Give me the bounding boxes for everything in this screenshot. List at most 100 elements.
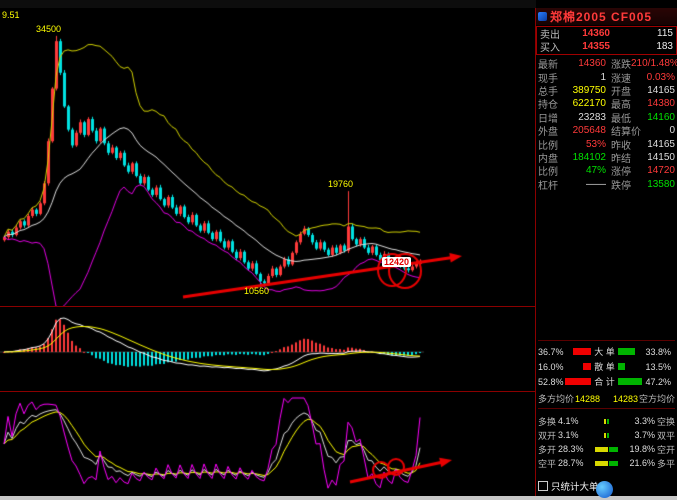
pos-value: 3.7% [634,430,655,440]
quote-value: 14165 [647,84,675,96]
pos-label: 多换 [538,416,557,427]
section-divider [538,340,675,341]
quote-value: 622170 [572,98,606,110]
short-pct: 33.8% [645,346,671,357]
macd-indicator-panel[interactable] [0,307,535,391]
kdj-indicator-panel[interactable] [0,392,535,496]
pos-bar-short [608,460,619,466]
quote-value: 389750 [572,84,606,96]
quote-value: 205648 [572,125,606,137]
pos-bar-short [608,446,618,452]
pos-label: 双开 [538,430,557,441]
pos-label: 空开 [656,444,675,455]
bid-price: 14355 [582,41,610,52]
quote-value: 14380 [647,98,675,110]
quote-value: 14165 [647,138,675,150]
short-avg-label: 空方均价 [638,394,675,404]
quote-value: 13580 [647,178,675,190]
corner-value-label: 9.51 [2,10,20,20]
section-divider [538,408,675,409]
pos-label: 多开 [538,444,557,455]
short-pct: 13.5% [645,361,671,372]
main-candlestick-chart[interactable] [0,8,535,306]
quote-row: 最新 14360 涨跌 210/1.48% [536,57,677,71]
short-bar [618,378,642,385]
order-size-stats: 36.7% 大 单 33.8% 16.0% 散 单 13.5% 52.8% 合 … [536,344,677,389]
quote-row: 现手 1 涨速 0.03% [536,70,677,85]
position-change-stats: 多换 4.1% 3.3% 空换 双开 3.1% 3.7% 双平 多开 28.3%… [536,414,677,470]
stat-label: 大 单 [594,347,615,357]
pos-value: 3.3% [634,416,655,426]
current-price-tag: 12420 [382,257,412,267]
quote-row: 比例 53% 昨收 14165 [536,137,677,152]
quote-row: 内盘 184102 昨结 14150 [536,151,677,165]
quote-row: 杠杆 —— 跌停 13580 [536,178,677,192]
bid-row[interactable]: 买入 14355 183 [537,40,676,54]
long-pct: 16.0% [538,361,564,372]
short-bar [618,363,625,370]
stat-row-small-orders: 16.0% 散 单 13.5% [536,359,677,374]
long-avg-label: 多方均价 [538,394,575,404]
quote-value: 47% [585,165,606,177]
quote-panel: 郑棉2005 CF005 卖出 14360 115 买入 14355 183 最… [536,0,677,498]
ask-qty: 115 [657,28,673,39]
app-logo-icon [596,481,613,498]
pos-label: 多平 [656,458,675,469]
pos-label: 空平 [538,458,557,469]
bid-ask-box: 卖出 14360 115 买入 14355 183 [536,26,677,55]
long-avg-value: 14288 [575,393,601,404]
short-avg-value: 14283 [612,393,638,404]
instrument-icon [538,12,547,21]
quote-label: 跌停 [611,180,631,192]
pos-value: 21.6% [629,458,655,468]
position-row: 双开 3.1% 3.7% 双平 [536,428,677,442]
long-bar [564,378,591,385]
stat-row-total: 52.8% 合 计 47.2% [536,374,677,389]
stat-row-big-orders: 36.7% 大 单 33.8% [536,344,677,359]
long-bar [583,363,591,370]
long-pct: 52.8% [538,376,564,387]
quote-value: 14720 [647,165,675,177]
bid-qty: 183 [656,41,673,52]
pos-value: 3.1% [558,430,579,440]
pos-bar-short [607,418,609,424]
pos-value: 28.3% [558,444,584,454]
quote-row: 比例 47% 涨停 14720 [536,164,677,178]
quote-value: 1 [600,71,606,83]
quote-value: 23283 [578,111,606,123]
filter-checkbox[interactable] [538,481,548,491]
quote-label: 杠杆 [538,180,558,192]
filter-checkbox-label: 只统计大单 [551,482,599,493]
trading-terminal-window: 9.51 34500 19760 10560 12420 郑棉2005 CF00… [0,0,677,500]
filter-option[interactable]: 只统计大单 [538,479,599,493]
quote-value: 53% [585,138,606,150]
instrument-title: 郑棉2005 CF005 [550,10,653,24]
quote-grid: 最新 14360 涨跌 210/1.48% 现手 1 涨速 0.03% 总手 3… [536,57,677,192]
quote-value: 0 [669,125,675,137]
pos-bar-long [595,446,608,452]
quote-value: 210/1.48% [631,58,677,70]
position-row: 多开 28.3% 19.8% 空开 [536,442,677,456]
price-label-spike: 19760 [328,179,354,189]
window-bottom-edge [0,496,677,500]
quote-row: 持仓 622170 最高 14380 [536,97,677,111]
pos-label: 双平 [656,430,675,441]
short-bar [618,348,635,355]
bid-label: 买入 [540,43,560,54]
pos-label: 空换 [656,416,675,427]
quote-value: 184102 [572,151,606,163]
quote-row: 总手 389750 开盘 14165 [536,84,677,98]
price-label-peak: 34500 [36,24,62,34]
pos-bar-long [604,432,606,438]
pos-value: 28.7% [558,458,584,468]
quote-value: —— [586,178,606,190]
long-pct: 36.7% [538,346,564,357]
ask-price: 14360 [582,28,610,39]
avg-price-row: 多方均价 14288 14283 空方均价 [536,392,677,405]
quote-value: 0.03% [646,71,675,83]
quote-value: 14150 [647,151,675,163]
pos-bar-short [607,432,609,438]
position-row: 空平 28.7% 21.6% 多平 [536,456,677,470]
pos-value: 4.1% [558,416,579,426]
pos-bar-long [604,418,606,424]
